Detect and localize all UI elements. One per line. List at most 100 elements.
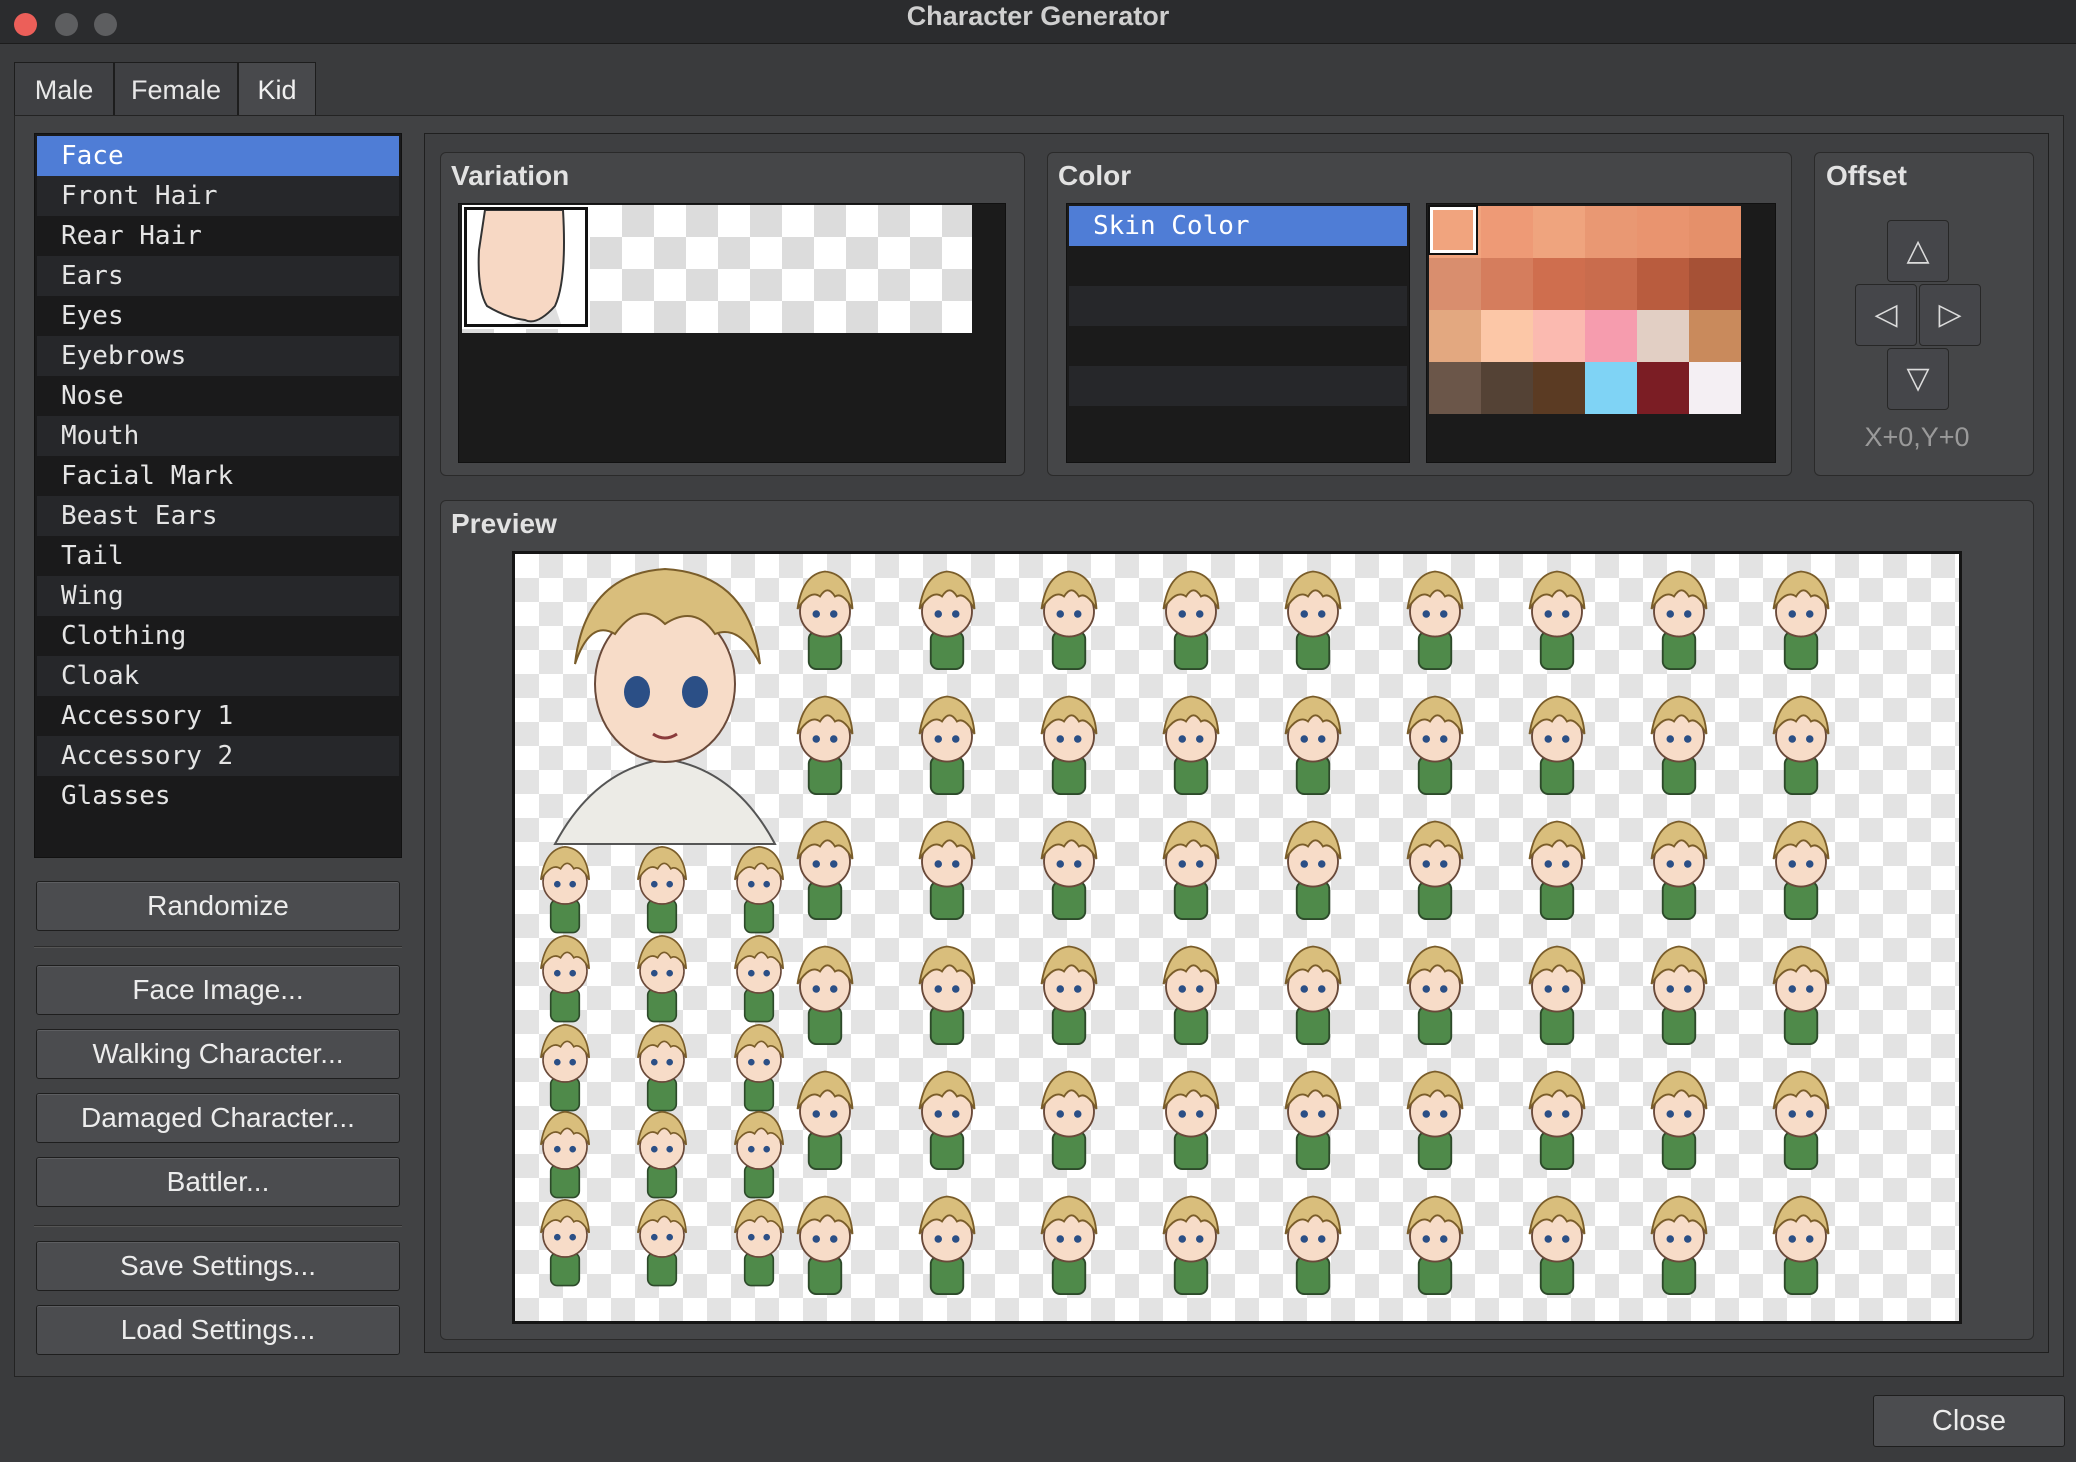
palette-swatch[interactable]: [1637, 362, 1689, 414]
palette-swatch[interactable]: [1533, 206, 1585, 258]
sprite: [796, 695, 854, 795]
part-list-item[interactable]: Nose: [37, 376, 399, 416]
palette-swatch[interactable]: [1481, 206, 1533, 258]
walking-character-button[interactable]: Walking Character...: [36, 1029, 400, 1079]
part-list-item[interactable]: Eyes: [37, 296, 399, 336]
sprite: [1284, 945, 1342, 1045]
sprite: [796, 945, 854, 1045]
palette-swatch[interactable]: [1533, 258, 1585, 310]
tab-male[interactable]: Male: [14, 62, 114, 116]
palette-swatch[interactable]: [1689, 310, 1741, 362]
sprite: [1406, 1195, 1464, 1295]
damaged-character-button[interactable]: Damaged Character...: [36, 1093, 400, 1143]
variation-swatch-selected[interactable]: [462, 205, 590, 329]
part-list-item[interactable]: Face: [37, 136, 399, 176]
randomize-button[interactable]: Randomize: [36, 881, 400, 931]
color-list-empty-row: [1069, 246, 1407, 286]
battler-button[interactable]: Battler...: [36, 1157, 400, 1207]
part-list-item[interactable]: Front Hair: [37, 176, 399, 216]
palette-swatch[interactable]: [1637, 310, 1689, 362]
sprite: [733, 1110, 785, 1199]
sprite: [1040, 945, 1098, 1045]
palette-swatch[interactable]: [1585, 206, 1637, 258]
color-item-label: Skin Color: [1093, 211, 1250, 241]
palette-swatch[interactable]: [1637, 258, 1689, 310]
sprite: [1406, 945, 1464, 1045]
palette-swatch[interactable]: [1637, 206, 1689, 258]
sprite: [636, 845, 688, 934]
color-list[interactable]: Skin Color: [1066, 203, 1410, 463]
palette-swatch[interactable]: [1429, 258, 1481, 310]
part-list-item[interactable]: Rear Hair: [37, 216, 399, 256]
divider: [34, 946, 402, 948]
palette-swatch[interactable]: [1689, 362, 1741, 414]
sprite: [636, 934, 688, 1023]
palette-swatch[interactable]: [1481, 310, 1533, 362]
sprite: [1406, 1070, 1464, 1170]
title-bar: Character Generator: [0, 0, 2076, 44]
face-portrait: [553, 567, 777, 845]
color-list-empty-row: [1069, 286, 1407, 326]
sprite: [1406, 570, 1464, 670]
offset-up-button[interactable]: △: [1887, 220, 1949, 282]
part-list-item[interactable]: Tail: [37, 536, 399, 576]
offset-right-button[interactable]: ▷: [1919, 284, 1981, 346]
part-list-item[interactable]: Beast Ears: [37, 496, 399, 536]
face-image-button[interactable]: Face Image...: [36, 965, 400, 1015]
sprite: [1772, 1070, 1830, 1170]
sprite: [1284, 570, 1342, 670]
part-list-item[interactable]: Cloak: [37, 656, 399, 696]
palette-swatch[interactable]: [1585, 362, 1637, 414]
sprite: [1772, 945, 1830, 1045]
palette-swatch[interactable]: [1585, 258, 1637, 310]
part-list-item[interactable]: Clothing: [37, 616, 399, 656]
part-list[interactable]: Face Front Hair Rear Hair Ears Eyes Eyebrows N…: [34, 133, 402, 858]
palette-swatch[interactable]: [1689, 206, 1741, 258]
palette-swatch[interactable]: [1533, 362, 1585, 414]
sprite: [1284, 820, 1342, 920]
part-list-item[interactable]: Eyebrows: [37, 336, 399, 376]
sprite: [1162, 695, 1220, 795]
palette-swatch[interactable]: [1481, 258, 1533, 310]
offset-left-button[interactable]: ◁: [1855, 284, 1917, 346]
part-list-item[interactable]: Wing: [37, 576, 399, 616]
variation-title: Variation: [451, 160, 570, 191]
sprite: [796, 1195, 854, 1295]
part-list-item[interactable]: Ears: [37, 256, 399, 296]
tab-kid[interactable]: Kid: [238, 62, 316, 116]
color-list-empty-row: [1069, 366, 1407, 406]
sprite: [918, 945, 976, 1045]
arrow-down-icon: ▽: [1906, 362, 1930, 395]
sprite: [733, 934, 785, 1023]
sprite: [636, 1110, 688, 1199]
palette-swatch[interactable]: [1429, 362, 1481, 414]
part-list-item[interactable]: Mouth: [37, 416, 399, 456]
tab-female[interactable]: Female: [114, 62, 238, 116]
part-list-item[interactable]: Accessory 2: [37, 736, 399, 776]
part-list-item[interactable]: Facial Mark: [37, 456, 399, 496]
load-settings-button[interactable]: Load Settings...: [36, 1305, 400, 1355]
palette-swatch[interactable]: [1585, 310, 1637, 362]
save-settings-button[interactable]: Save Settings...: [36, 1241, 400, 1291]
color-list-item[interactable]: Skin Color: [1069, 206, 1407, 246]
sprite: [1650, 570, 1708, 670]
palette-swatch[interactable]: [1481, 362, 1533, 414]
color-palette[interactable]: [1426, 203, 1776, 463]
close-button[interactable]: Close: [1873, 1395, 2065, 1447]
part-list-item[interactable]: Accessory 1: [37, 696, 399, 736]
sprite: [1772, 820, 1830, 920]
sprite: [733, 845, 785, 934]
sprite: [1406, 820, 1464, 920]
palette-swatch[interactable]: [1533, 310, 1585, 362]
sprite: [733, 1198, 785, 1287]
offset-down-button[interactable]: ▽: [1887, 348, 1949, 410]
sprite: [1650, 695, 1708, 795]
palette-swatch[interactable]: [1689, 258, 1741, 310]
palette-swatch[interactable]: [1429, 310, 1481, 362]
sprite: [539, 1110, 591, 1199]
arrow-left-icon: ◁: [1874, 298, 1898, 331]
sprite: [1528, 570, 1586, 670]
part-list-item[interactable]: Glasses: [37, 776, 399, 816]
sprite: [1284, 1070, 1342, 1170]
color-list-empty-row: [1069, 326, 1407, 366]
